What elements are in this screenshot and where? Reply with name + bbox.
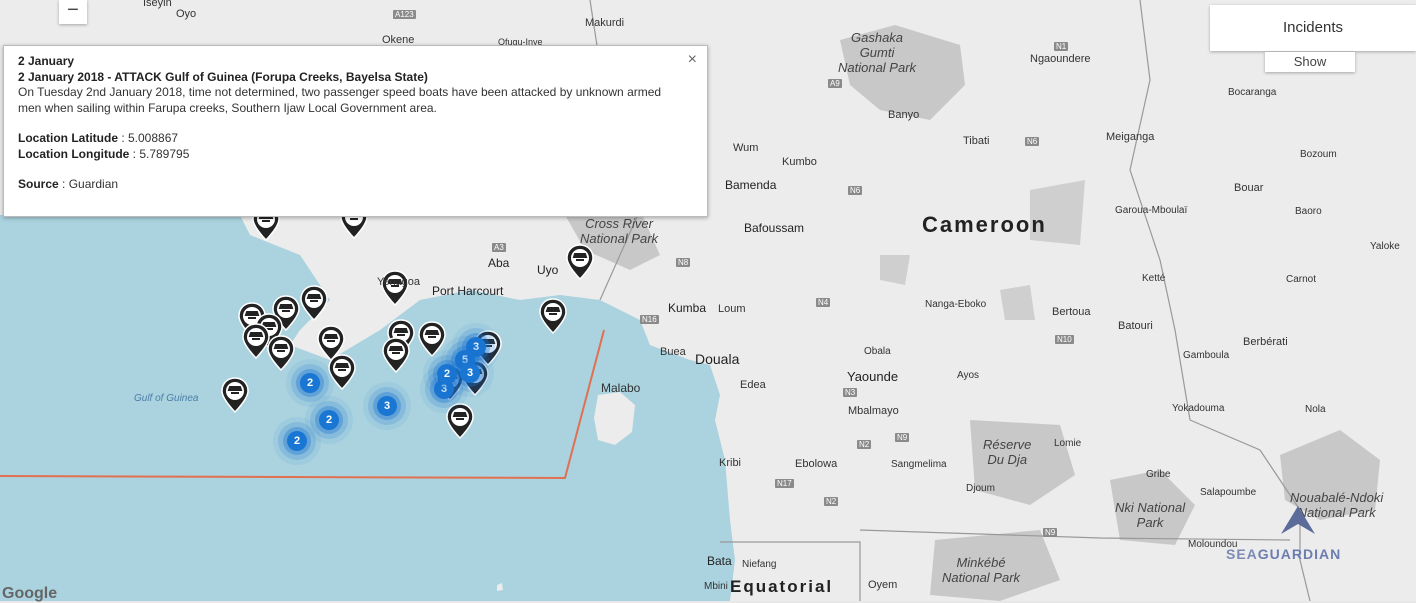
city-label: Bata — [707, 554, 732, 568]
road-label: A123 — [393, 10, 416, 19]
city-label: Bertoua — [1052, 306, 1091, 318]
incident-cluster[interactable]: 2 — [287, 431, 307, 451]
water-label: Gulf of Guinea — [134, 393, 199, 404]
park-label-minkebe: Minkébé National Park — [942, 555, 1021, 585]
road-label: N6 — [1025, 137, 1040, 146]
city-label: Bouar — [1234, 182, 1264, 194]
road-label: A3 — [492, 243, 506, 252]
city-label: Meiganga — [1106, 131, 1155, 143]
country-label-cameroon: Cameroon — [922, 212, 1047, 237]
incident-cluster[interactable]: 3 — [460, 363, 480, 383]
city-label: Makurdi — [585, 17, 625, 29]
road-label: N17 — [775, 479, 794, 488]
road-label: N2 — [824, 497, 839, 506]
city-label: Garoua-Mboulaï — [1115, 205, 1188, 216]
road-label: N1 — [1054, 42, 1069, 51]
city-label: Malabo — [601, 381, 641, 395]
park-label-dja: Réserve Du Dja — [983, 437, 1032, 467]
road-label: N3 — [843, 388, 858, 397]
city-label: Kumbo — [782, 156, 817, 168]
road-label: A9 — [828, 79, 842, 88]
popup-title: 2 January — [18, 54, 75, 68]
show-button[interactable]: Show — [1265, 52, 1355, 72]
city-label: Lomie — [1054, 438, 1082, 449]
city-label: Bamenda — [725, 178, 777, 192]
city-label: Port Harcourt — [432, 284, 504, 298]
city-label: Iseyin — [143, 0, 172, 9]
city-label: Douala — [695, 351, 740, 367]
city-label: Yenagoa — [377, 276, 421, 288]
road-label: N8 — [676, 258, 691, 267]
city-label: Tibati — [963, 135, 990, 147]
incident-popup: × 2 January 2 January 2018 - ATTACK Gulf… — [3, 45, 708, 217]
city-label: Ngaoundere — [1030, 53, 1091, 65]
city-label: Niefang — [742, 559, 777, 570]
city-label: Uyo — [537, 263, 559, 277]
road-label: N9 — [1043, 528, 1058, 537]
city-label: Gamboula — [1183, 350, 1230, 361]
incident-cluster[interactable]: 2 — [319, 410, 339, 430]
google-logo: Google — [2, 585, 58, 602]
city-label: Yaounde — [847, 369, 899, 384]
city-label: Loum — [718, 303, 746, 315]
incident-cluster[interactable]: 3 — [377, 396, 397, 416]
road-label: N2 — [857, 440, 872, 449]
city-label: Edea — [740, 379, 766, 391]
city-label: Aba — [488, 256, 510, 270]
city-label: Nanga-Eboko — [925, 299, 987, 310]
city-label: Sangmelima — [891, 459, 947, 470]
city-label: Gribe — [1146, 469, 1171, 480]
city-label: Ketté — [1142, 273, 1166, 284]
country-label-equatorial: Equatorial — [730, 577, 834, 596]
road-label: N16 — [640, 315, 659, 324]
city-label: Mbini — [704, 581, 728, 592]
city-label: Yokadouma — [1172, 403, 1225, 414]
city-label: Ebolowa — [795, 458, 838, 470]
seaguardian-logo: SEAGUARDIAN — [1226, 506, 1341, 562]
popup-body: On Tuesday 2nd January 2018, time not de… — [18, 85, 662, 115]
park-label-gashaka: Gashaka Gumti National Park — [838, 30, 917, 75]
road-label: N4 — [816, 298, 831, 307]
road-label: N10 — [1055, 335, 1074, 344]
park-label-cross-river: Cross River National Park — [580, 216, 659, 246]
incident-cluster[interactable]: 2 — [300, 373, 320, 393]
zoom-out-button[interactable]: − — [59, 0, 87, 24]
city-label: Kribi — [719, 457, 742, 469]
city-label: Oyo — [176, 8, 197, 20]
city-label: Carnot — [1286, 274, 1317, 285]
incidents-panel: Incidents — [1210, 5, 1416, 51]
park-label-nki: Nki National Park — [1115, 500, 1186, 530]
seaguardian-emblem-icon — [1281, 506, 1315, 534]
city-label: Ayos — [957, 370, 980, 381]
city-label: Bozoum — [1300, 149, 1337, 160]
city-label: Baoro — [1295, 206, 1322, 217]
road-label: N9 — [895, 433, 910, 442]
city-label: Djoum — [966, 483, 995, 494]
city-label: Bocaranga — [1228, 87, 1277, 98]
city-label: Oyem — [868, 579, 898, 591]
city-label: Wum — [733, 142, 759, 154]
incident-cluster[interactable]: 2 — [437, 364, 457, 384]
popup-headline: 2 January 2018 - ATTACK Gulf of Guinea (… — [18, 69, 428, 84]
city-label: Mbalmayo — [848, 405, 899, 417]
city-label: Kumba — [668, 301, 707, 315]
city-label: Yaloke — [1370, 241, 1400, 252]
road-label: N6 — [848, 186, 863, 195]
city-label: Bafoussam — [744, 221, 805, 235]
city-label: Salapoumbe — [1200, 487, 1257, 498]
city-label: Buea — [660, 346, 686, 358]
city-label: Banyo — [888, 109, 920, 121]
popup-latitude: Location Latitude : 5.008867 — [18, 131, 179, 145]
popup-source: Source : Guardian — [18, 177, 119, 191]
city-label: Berbérati — [1243, 336, 1288, 348]
city-label: Batouri — [1118, 320, 1153, 332]
city-label: Obala — [864, 346, 891, 357]
close-icon[interactable]: × — [688, 52, 697, 68]
popup-longitude: Location Longitude : 5.789795 — [18, 146, 190, 161]
city-label: Nola — [1305, 404, 1326, 415]
